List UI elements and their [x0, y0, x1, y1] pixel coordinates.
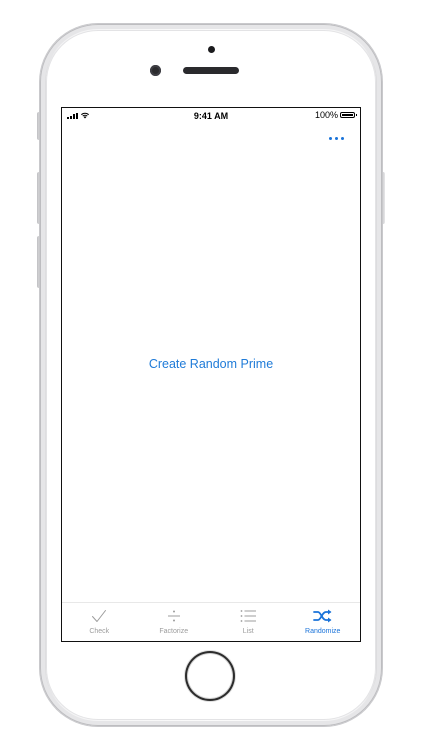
divide-icon: [167, 605, 181, 627]
home-button[interactable]: [185, 651, 235, 701]
battery-percent: 100%: [314, 110, 338, 120]
front-camera-icon: [150, 65, 161, 76]
create-random-prime-button[interactable]: Create Random Prime: [62, 357, 360, 371]
app-screen: 9:41 AM 100% Create Random Prime Check F…: [61, 107, 361, 642]
tab-label: List: [242, 628, 254, 635]
battery-icon: [340, 112, 357, 118]
battery-group: 100%: [314, 110, 357, 120]
tab-list[interactable]: List: [211, 603, 286, 641]
earpiece-speaker: [183, 67, 239, 74]
ellipsis-icon: [328, 136, 332, 140]
tab-bar: Check Factorize List Randomize: [62, 602, 360, 641]
shuffle-icon: [312, 605, 333, 627]
tab-randomize[interactable]: Randomize: [286, 603, 361, 641]
tab-check[interactable]: Check: [62, 603, 137, 641]
list-icon: [240, 605, 257, 627]
tab-label: Factorize: [159, 628, 189, 635]
checkmark-icon: [91, 605, 107, 627]
tab-factorize[interactable]: Factorize: [137, 603, 212, 641]
ellipsis-dot: [340, 136, 344, 140]
tab-label: Randomize: [305, 628, 341, 635]
ellipsis-dot: [334, 136, 338, 140]
status-bar: 9:41 AM 100%: [62, 108, 360, 124]
device-mockup: 9:41 AM 100% Create Random Prime Check F…: [0, 0, 422, 750]
tab-label: Check: [89, 628, 110, 635]
proximity-sensor: [208, 46, 215, 53]
more-options-button[interactable]: [326, 134, 346, 142]
